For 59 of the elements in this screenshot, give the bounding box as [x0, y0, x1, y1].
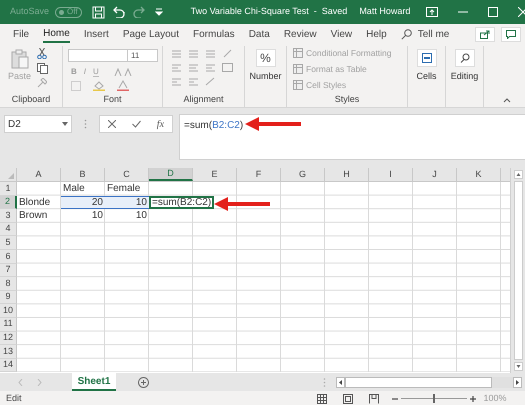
ribbon-tab[interactable]: View [330, 25, 352, 43]
group-label: Styles [334, 93, 360, 106]
row-header[interactable]: 11 [0, 318, 17, 332]
insert-function-button[interactable]: fx [156, 116, 164, 132]
number-group-button[interactable]: Number [249, 70, 282, 84]
editing-button[interactable]: Editing [450, 70, 478, 84]
column-header[interactable]: E [193, 168, 237, 181]
formula-input[interactable]: =sum(B2:C2) [179, 114, 525, 160]
document-title: Two Variable Chi-Square Test - Saved [190, 5, 348, 18]
column-header[interactable]: K [457, 168, 501, 181]
group-label: Clipboard [12, 93, 50, 106]
ribbon-tab[interactable]: Review [284, 25, 317, 43]
tell-me-field[interactable]: Tell me [418, 26, 450, 42]
table-cell-text: 10 [134, 209, 148, 223]
table-cell: 10 [105, 196, 149, 210]
row-header[interactable]: 9 [0, 290, 17, 304]
table-cell-text: 10 [90, 209, 104, 223]
column-header[interactable]: I [369, 168, 413, 181]
ribbon-tab[interactable]: Insert [84, 25, 109, 43]
user-name[interactable]: Matt Howard [359, 5, 410, 19]
row-header[interactable]: 13 [0, 345, 17, 359]
row-header[interactable]: 3 [0, 209, 17, 223]
number-format-button[interactable]: % [256, 49, 276, 67]
group-label: Font [103, 93, 122, 106]
row-header[interactable]: 10 [0, 304, 17, 318]
column-header[interactable]: B [61, 168, 105, 181]
row-header[interactable]: 5 [0, 236, 17, 250]
group-label: Alignment [183, 93, 224, 106]
ribbon-tab[interactable]: File [13, 25, 30, 43]
ribbon-tab[interactable]: Data [248, 25, 270, 43]
autosave-label: AutoSave [10, 5, 50, 18]
table-cell-text: Blonde [18, 196, 52, 210]
column-header[interactable]: J [413, 168, 457, 181]
status-mode: Edit [6, 392, 22, 405]
table-cell-text: Female [106, 182, 142, 196]
sheet-tab[interactable]: Sheet1 [72, 373, 116, 391]
table-cell: =sum(B2:C2) [149, 196, 214, 210]
row-header[interactable]: 4 [0, 222, 17, 236]
ribbon-tab[interactable]: Help [366, 25, 387, 43]
formula-text: =sum(B2:C2) [184, 120, 244, 131]
ribbon-tab[interactable]: Formulas [193, 25, 235, 43]
column-header[interactable]: D [149, 168, 193, 181]
column-header[interactable]: A [17, 168, 61, 181]
column-header[interactable]: F [237, 168, 281, 181]
row-header[interactable]: 12 [0, 332, 17, 346]
row-header[interactable]: 7 [0, 264, 17, 278]
row-header[interactable]: 14 [0, 358, 17, 372]
column-header[interactable]: H [325, 168, 369, 181]
table-cell-text: Brown [18, 209, 48, 223]
table-cell: 20 [61, 196, 105, 210]
row-header[interactable]: 8 [0, 277, 17, 291]
row-header[interactable]: 6 [0, 250, 17, 264]
ribbon-tab[interactable]: Page Layout [122, 25, 179, 43]
table-cell-text: Male [62, 182, 86, 196]
column-header[interactable]: G [281, 168, 325, 181]
cells-button[interactable]: Cells [416, 70, 436, 84]
row-header[interactable]: 2 [0, 196, 17, 210]
font-size-field[interactable]: 11 [128, 49, 158, 62]
name-box[interactable]: D2 [4, 115, 72, 133]
